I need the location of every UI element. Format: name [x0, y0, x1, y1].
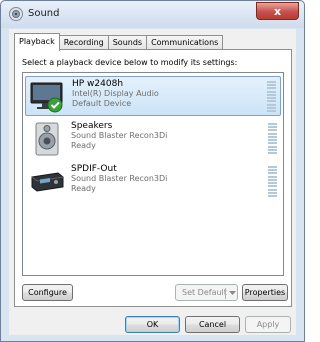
level-meter [268, 123, 277, 154]
device-description: Intel(R) Display Audio [72, 89, 159, 98]
device-description: Sound Blaster Recon3Di [71, 174, 168, 183]
level-meter [267, 81, 276, 112]
device-item-spdif-out[interactable]: SPDIF-Out Sound Blaster Recon3Di Ready [25, 162, 281, 202]
set-default-button[interactable]: Set Default [175, 284, 238, 301]
device-name: SPDIF-Out [71, 164, 117, 174]
device-item-hp-w2408h[interactable]: HP w2408h Intel(R) Display Audio Default… [25, 76, 281, 116]
device-name: Speakers [71, 121, 113, 131]
properties-button[interactable]: Properties [242, 284, 288, 301]
tab-strip: Playback Recording Sounds Communications [14, 33, 224, 51]
configure-button[interactable]: Configure [22, 284, 73, 301]
device-status: Default Device [72, 99, 132, 108]
panel-button-row: Configure Set Default Properties [22, 284, 288, 301]
window-title: Sound [28, 8, 60, 19]
tab-recording[interactable]: Recording [58, 35, 109, 50]
ok-button[interactable]: OK [125, 316, 180, 333]
close-icon: x [273, 4, 282, 18]
device-item-speakers[interactable]: Speakers Sound Blaster Recon3Di Ready [25, 119, 281, 159]
tab-sounds[interactable]: Sounds [107, 35, 148, 50]
monitor-icon [30, 82, 63, 113]
device-status: Ready [71, 141, 96, 150]
title-bar[interactable]: Sound x [1, 1, 304, 28]
chevron-down-icon [229, 291, 236, 295]
cancel-button[interactable]: Cancel [185, 316, 240, 333]
set-default-label: Set Default [182, 288, 227, 297]
playback-panel: Select a playback device below to modify… [14, 49, 292, 307]
device-name: HP w2408h [72, 79, 124, 89]
sound-dialog: Sound x Playback Recording Sounds Commun… [0, 0, 305, 342]
tab-playback[interactable]: Playback [14, 33, 60, 51]
level-meter [268, 166, 277, 197]
spdif-receiver-icon [31, 172, 64, 192]
dialog-client: Playback Recording Sounds Communications… [9, 29, 296, 335]
close-button[interactable]: x [256, 2, 299, 20]
device-list[interactable]: HP w2408h Intel(R) Display Audio Default… [22, 72, 284, 276]
device-description: Sound Blaster Recon3Di [71, 131, 168, 140]
device-status: Ready [71, 184, 96, 193]
speaker-icon [9, 7, 23, 21]
default-check-icon [47, 97, 63, 113]
apply-button[interactable]: Apply [245, 316, 291, 333]
speaker-icon [35, 122, 59, 156]
instruction-text: Select a playback device below to modify… [22, 58, 238, 67]
tab-communications[interactable]: Communications [146, 35, 224, 50]
